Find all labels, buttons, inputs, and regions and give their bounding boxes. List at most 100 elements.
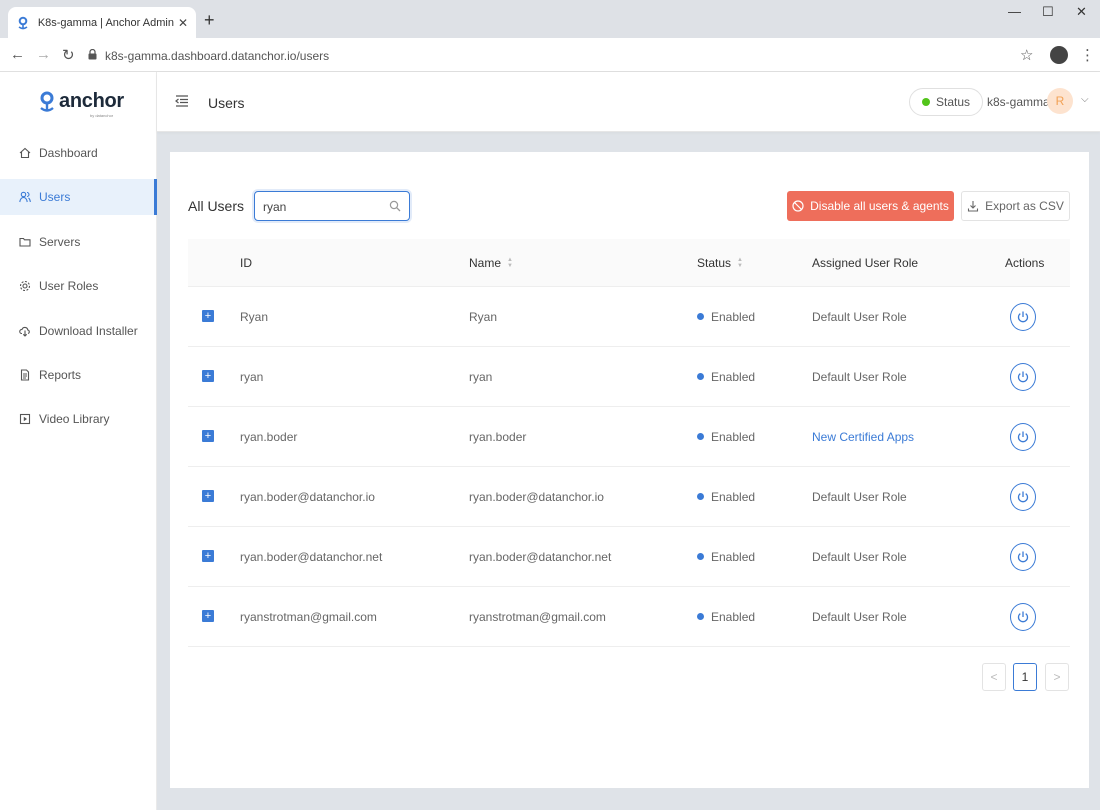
power-icon[interactable]: [1010, 483, 1036, 511]
status-button[interactable]: Status: [909, 88, 984, 116]
table-row: + ryan.boder@datanchor.io ryan.boder@datan…: [188, 467, 1070, 527]
power-icon[interactable]: [1010, 543, 1036, 571]
home-icon: [19, 147, 31, 159]
cell-id: ryan: [240, 370, 264, 384]
search-icon[interactable]: [389, 200, 401, 212]
sidebar-item-label: Reports: [39, 368, 82, 382]
close-window-icon[interactable]: ✕: [1076, 4, 1087, 20]
disable-all-label: Disable all users & agents: [810, 199, 949, 213]
status-text: Enabled: [711, 550, 756, 564]
tab-title: K8s-gamma | Anchor Admin Dashboard: [37, 16, 174, 29]
cell-role: Default User Role: [812, 610, 907, 624]
expand-row-icon[interactable]: +: [202, 370, 214, 382]
cell-id: ryan.boder@datanchor.net: [240, 550, 383, 564]
prev-page-button[interactable]: <: [982, 663, 1006, 691]
cell-status: Enabled: [697, 610, 755, 624]
avatar[interactable]: R: [1047, 88, 1073, 114]
power-icon[interactable]: [1010, 603, 1036, 631]
power-icon[interactable]: [1010, 363, 1036, 391]
cell-role[interactable]: New Certified Apps: [812, 430, 914, 444]
status-label: Status: [936, 95, 971, 109]
browser-menu-icon[interactable]: ⋮: [1080, 46, 1095, 64]
search-box[interactable]: [254, 191, 410, 221]
sidebar-item-label: User Roles: [39, 279, 99, 293]
url-field[interactable]: k8s-gamma.dashboard.datanchor.io/users: [88, 45, 1018, 67]
sidebar-item-user-roles[interactable]: User Roles: [0, 268, 157, 304]
sidebar-item-servers[interactable]: Servers: [0, 224, 157, 260]
reload-icon[interactable]: ↻: [62, 46, 75, 64]
tab-close-icon[interactable]: ✕: [178, 16, 188, 30]
sidebar-item-label: Video Library: [39, 412, 110, 426]
anchor-logo[interactable]: anchor: [38, 90, 124, 113]
document-icon: [19, 369, 31, 381]
play-icon: [19, 413, 31, 425]
back-icon[interactable]: ←: [10, 46, 25, 63]
table-row: + Ryan Ryan Enabled Default User Role: [188, 287, 1070, 347]
cell-role: Default User Role: [812, 490, 907, 504]
cell-role: Default User Role: [812, 370, 907, 384]
minimize-icon[interactable]: —: [1008, 4, 1021, 19]
expand-row-icon[interactable]: +: [202, 490, 214, 502]
cell-status: Enabled: [697, 310, 755, 324]
chevron-down-icon[interactable]: ⌵: [1081, 94, 1089, 105]
page-title: Users: [208, 95, 245, 111]
sidebar: anchor by datanchor Dashboard Users Serv…: [0, 72, 157, 810]
new-tab-icon[interactable]: +: [204, 10, 215, 31]
column-header-name[interactable]: Name ▲ ▼: [469, 256, 513, 270]
status-dot-icon: [697, 493, 704, 500]
next-page-button[interactable]: >: [1045, 663, 1069, 691]
cell-status: Enabled: [697, 370, 755, 384]
search-input[interactable]: [263, 198, 383, 215]
cell-role: Default User Role: [812, 550, 907, 564]
browser-tab-strip: K8s-gamma | Anchor Admin Dashboard ✕ + —…: [0, 0, 1100, 38]
sort-icon[interactable]: ▲ ▼: [507, 257, 513, 269]
address-bar: ← → ↻ k8s-gamma.dashboard.datanchor.io/u…: [0, 38, 1100, 72]
folder-icon: [19, 236, 31, 248]
forward-icon[interactable]: →: [36, 46, 51, 63]
table-row: + ryan.boder@datanchor.net ryan.boder@data…: [188, 527, 1070, 587]
sidebar-item-download-installer[interactable]: Download Installer: [0, 313, 157, 349]
power-icon[interactable]: [1010, 303, 1036, 331]
cluster-name: k8s-gamma: [987, 95, 1050, 109]
profile-icon[interactable]: [1050, 46, 1068, 64]
cell-name: ryan.boder@datanchor.io: [469, 490, 604, 504]
status-text: Enabled: [711, 370, 756, 384]
sidebar-item-dashboard[interactable]: Dashboard: [0, 135, 157, 171]
cell-name: Ryan: [469, 310, 498, 324]
app-header: Users Status k8s-gamma R ⌵: [157, 72, 1100, 132]
power-icon[interactable]: [1010, 423, 1036, 451]
table-header: ID Name ▲ ▼ Status ▲ ▼ Assigned User Role …: [188, 239, 1070, 287]
cell-status: Enabled: [697, 550, 755, 564]
cell-name: ryan.boder@datanchor.net: [469, 550, 612, 564]
sidebar-item-reports[interactable]: Reports: [0, 357, 157, 393]
status-dot-icon: [697, 613, 704, 620]
sidebar-item-users[interactable]: Users: [0, 179, 157, 215]
users-card: All Users Disable all users & agents Exp…: [170, 152, 1089, 788]
sort-icon[interactable]: ▲ ▼: [737, 257, 743, 269]
users-icon: [19, 191, 31, 203]
maximize-icon[interactable]: ☐: [1042, 4, 1054, 20]
expand-row-icon[interactable]: +: [202, 550, 214, 562]
expand-row-icon[interactable]: +: [202, 310, 214, 322]
disable-all-button[interactable]: Disable all users & agents: [787, 191, 954, 221]
cell-status: Enabled: [697, 490, 755, 504]
sidebar-item-label: Servers: [39, 235, 81, 249]
column-header-status[interactable]: Status ▲ ▼: [697, 256, 743, 270]
page-number-button[interactable]: 1: [1013, 663, 1037, 691]
status-dot-icon: [697, 553, 704, 560]
url-text: k8s-gamma.dashboard.datanchor.io/users: [105, 49, 330, 63]
expand-row-icon[interactable]: +: [202, 610, 214, 622]
export-csv-button[interactable]: Export as CSV: [961, 191, 1070, 221]
column-header-actions: Actions: [1005, 256, 1045, 270]
table-row: + ryan.boder ryan.boder Enabled New Certifie…: [188, 407, 1070, 467]
sidebar-item-label: Dashboard: [39, 146, 98, 160]
gear-icon: [19, 280, 31, 292]
cell-name: ryanstrotman@gmail.com: [469, 610, 606, 624]
expand-row-icon[interactable]: +: [202, 430, 214, 442]
cell-id: ryan.boder: [240, 430, 298, 444]
cell-status: Enabled: [697, 430, 755, 444]
bookmark-star-icon[interactable]: ☆: [1020, 46, 1033, 64]
sidebar-item-video-library[interactable]: Video Library: [0, 401, 157, 437]
menu-fold-icon[interactable]: [175, 94, 189, 108]
browser-tab[interactable]: K8s-gamma | Anchor Admin Dashboard ✕: [8, 7, 196, 38]
